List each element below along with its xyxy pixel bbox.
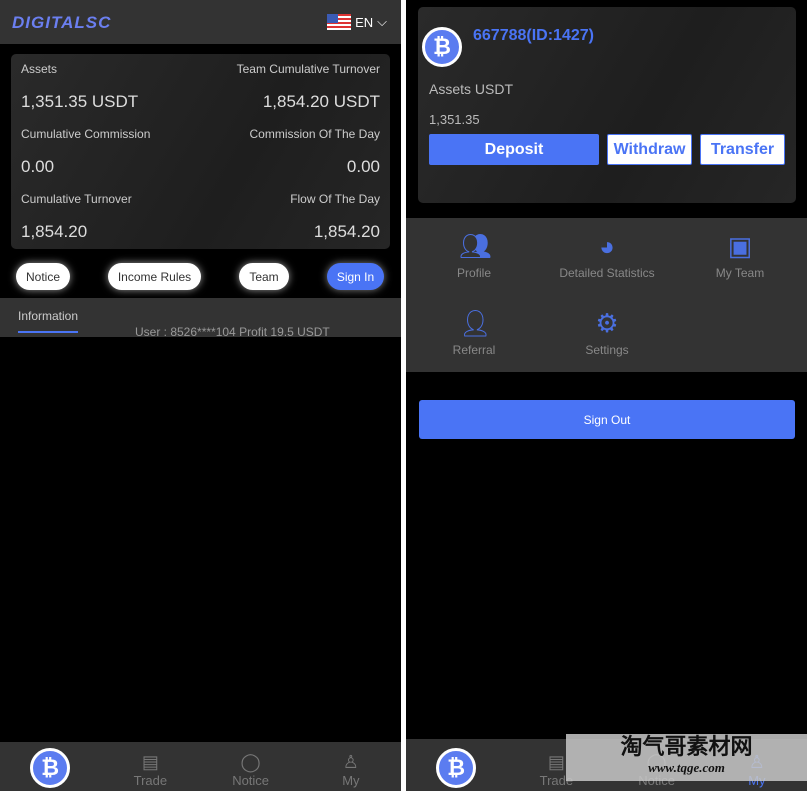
us-flag-icon — [327, 14, 352, 30]
nav-label: Trade — [133, 773, 168, 788]
user-id: 667788(ID:1427) — [473, 27, 594, 44]
chat-icon: ◯ — [240, 752, 261, 772]
deposit-button[interactable]: Deposit — [429, 134, 599, 165]
user-icon: ♙ — [342, 752, 359, 772]
notice-button[interactable]: Notice — [16, 263, 70, 290]
profit-ticker: User : 8526****104 Profit 19.5 USDT — [135, 325, 330, 339]
stats-card: Assets 1,351.35 USDT Team Cumulative Tur… — [11, 54, 390, 249]
users-icon: 👥︎ — [459, 231, 493, 261]
menu-label: My Team — [715, 266, 765, 280]
stat-value: 1,854.20 USDT — [262, 92, 380, 111]
menu-label: Settings — [585, 343, 629, 357]
menu-settings[interactable]: ⚙ Settings — [540, 309, 674, 357]
bottom-nav: ₿ ▤Trade ◯Notice ♙My — [0, 742, 401, 791]
stat-label: Cumulative Commission — [21, 127, 151, 141]
stat-label: Assets — [21, 62, 58, 76]
menu-grid: 👥︎ Profile ◕ Detailed Statistics ▣ My Team … — [406, 218, 807, 372]
menu-label: Detailed Statistics — [559, 266, 655, 280]
income-rules-button[interactable]: Income Rules — [108, 263, 201, 290]
bitcoin-icon: ₿ — [30, 748, 71, 788]
my-screen: ₿ 667788(ID:1427) Assets USDT 1,351.35 D… — [406, 0, 807, 791]
trend-chart-icon: ▣ — [727, 231, 753, 261]
assets-value: 1,351.35 — [429, 112, 480, 127]
stat-value: 0.00 — [346, 157, 380, 176]
nav-my[interactable]: ♙My — [301, 742, 401, 791]
tab-information[interactable]: Information — [18, 309, 78, 333]
language-selector[interactable]: EN ⌵ — [327, 14, 387, 30]
menu-label: Profile — [456, 266, 491, 280]
withdraw-button[interactable]: Withdraw — [607, 134, 692, 165]
stat-label: Team Cumulative Turnover — [236, 62, 380, 76]
menu-label: Referral — [452, 343, 496, 357]
nav-label: My — [342, 773, 360, 788]
chevron-down-icon: ⌵ — [377, 14, 387, 29]
menu-profile[interactable]: 👥︎ Profile — [407, 232, 541, 280]
menu-detailed-statistics[interactable]: ◕ Detailed Statistics — [540, 232, 674, 280]
watermark: 淘气哥素材网 www.tqge.com — [566, 734, 807, 781]
bitcoin-icon: ₿ — [436, 748, 477, 788]
stat-label: Flow Of The Day — [290, 192, 380, 206]
nav-home[interactable]: ₿ — [406, 739, 506, 791]
assets-label: Assets USDT — [429, 81, 514, 97]
pie-chart-icon: ◕ — [599, 231, 615, 261]
sign-in-button[interactable]: Sign In — [327, 263, 384, 290]
nav-label: Notice — [232, 773, 270, 788]
transfer-button[interactable]: Transfer — [700, 134, 785, 165]
menu-referral[interactable]: 👤︎ Referral — [407, 309, 541, 357]
gear-icon: ⚙ — [595, 308, 619, 338]
brand-logo: DIGITALSC — [12, 13, 112, 32]
language-label: EN — [355, 14, 374, 30]
stat-value: 1,854.20 — [313, 222, 380, 241]
stat-label: Cumulative Turnover — [21, 192, 132, 206]
stat-value: 1,854.20 — [21, 222, 88, 241]
nav-trade[interactable]: ▤ Trade — [100, 742, 200, 791]
watermark-title: 淘气哥素材网 — [620, 734, 753, 759]
account-card: ₿ 667788(ID:1427) Assets USDT 1,351.35 — [418, 7, 796, 203]
home-screen: DIGITALSC EN ⌵ Assets 1,351.35 USDT Team … — [0, 0, 401, 791]
header: DIGITALSC EN ⌵ — [0, 0, 401, 44]
information-bar: Information User : 8526****104 Profit 19… — [0, 298, 401, 339]
watermark-url: www.tqge.com — [648, 760, 725, 775]
avatar: ₿ — [422, 27, 462, 67]
stat-value: 0.00 — [21, 157, 55, 176]
stat-value: 1,351.35 USDT — [21, 92, 139, 111]
team-button[interactable]: Team — [239, 263, 289, 290]
sign-out-button[interactable]: Sign Out — [419, 400, 795, 439]
nav-home[interactable]: ₿ — [0, 742, 100, 791]
clipboard-icon: ▤ — [141, 752, 159, 772]
add-user-icon: 👤︎ — [459, 308, 493, 338]
nav-notice[interactable]: ◯Notice — [201, 742, 301, 791]
stat-label: Commission Of The Day — [249, 127, 380, 141]
clipboard-icon: ▤ — [547, 752, 565, 772]
menu-my-team[interactable]: ▣ My Team — [673, 232, 807, 280]
